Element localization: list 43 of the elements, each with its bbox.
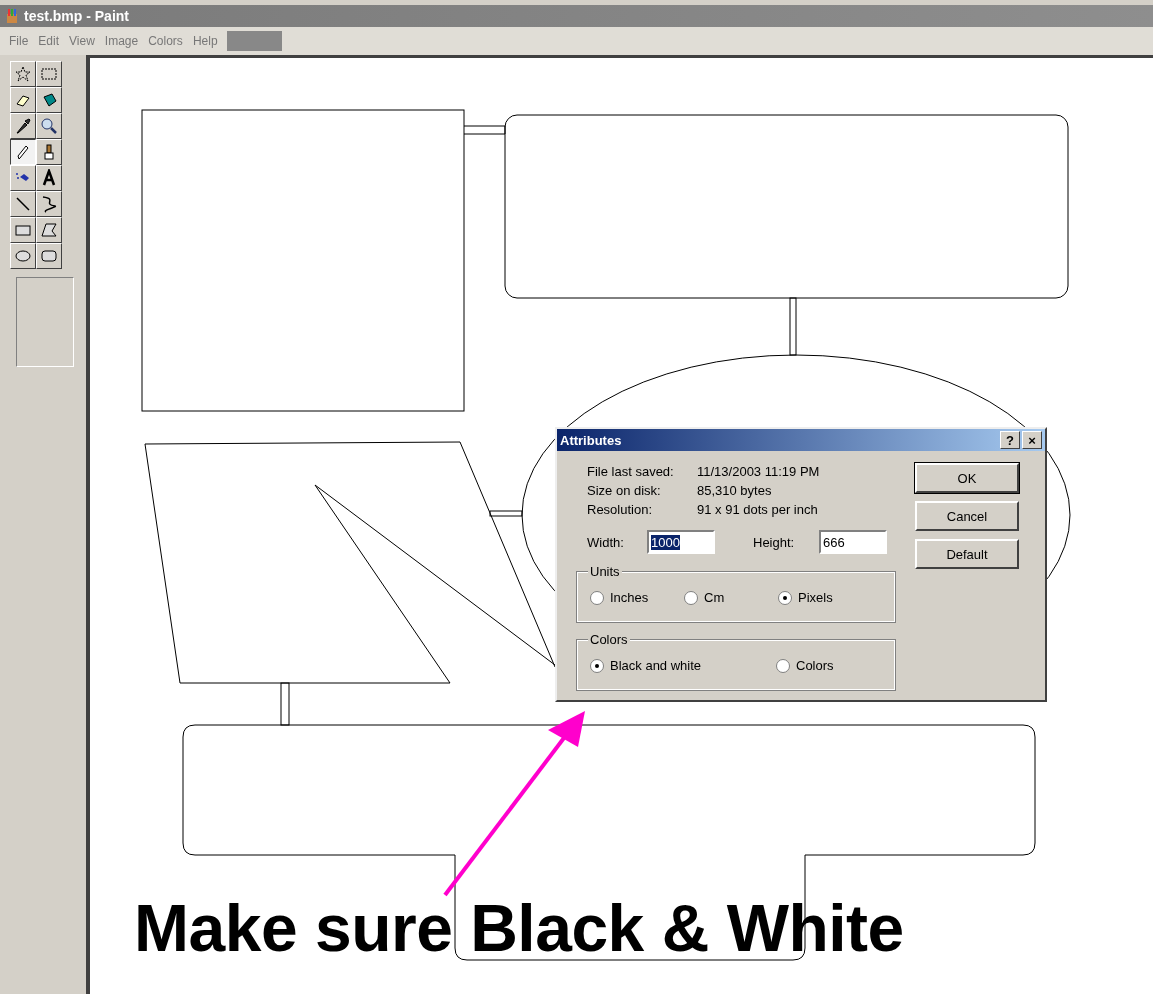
group-label: Units: [588, 564, 622, 579]
field-label: Width:: [587, 534, 625, 550]
fill-bucket-icon: [40, 91, 58, 109]
menu-highlight: [226, 31, 282, 51]
rounded-rectangle-icon: [40, 247, 58, 265]
close-button[interactable]: ×: [1022, 431, 1042, 449]
group-label: Colors: [588, 632, 630, 647]
select-icon: [40, 65, 58, 83]
radio-option[interactable]: Inches: [590, 590, 684, 605]
text-tool-icon: [40, 169, 58, 187]
info-value: 85,310 bytes: [697, 482, 773, 499]
info-value: 11/13/2003 11:19 PM: [697, 463, 821, 480]
dialog-button[interactable]: Cancel: [915, 501, 1019, 531]
dialog-button[interactable]: OK: [915, 463, 1019, 493]
ellipse-icon: [14, 247, 32, 265]
magnifier-icon: [40, 117, 58, 135]
dialog-title: Attributes: [560, 432, 622, 448]
dialog-button[interactable]: Default: [915, 539, 1019, 569]
help-button[interactable]: ?: [1000, 431, 1020, 449]
connector-shape: [280, 682, 290, 726]
line-icon: [14, 195, 32, 213]
polygon-icon: [40, 221, 58, 239]
info-value: 91 x 91 dots per inch: [697, 501, 819, 518]
free-select-icon: [14, 65, 32, 83]
radio-option[interactable]: Cm: [684, 590, 778, 605]
radio-option[interactable]: Colors: [776, 658, 894, 673]
connector-shape: [489, 510, 523, 517]
annotation-text: Make sure Black & White: [134, 890, 904, 966]
info-label: Size on disk:: [587, 482, 662, 499]
window-title: test.bmp - Paint: [24, 8, 129, 24]
height-field[interactable]: 666: [819, 530, 887, 554]
info-label: Resolution:: [587, 501, 654, 518]
field-label: Height:: [753, 534, 796, 550]
radio-option[interactable]: Pixels: [778, 590, 894, 605]
info-label: File last saved:: [587, 463, 675, 480]
paint-icon: [4, 8, 20, 24]
connector-shape: [789, 297, 797, 356]
width-field[interactable]: 1000: [647, 530, 715, 554]
radio-option[interactable]: Black and white: [590, 658, 776, 673]
curve-icon: [40, 195, 58, 213]
connector-shape: [463, 125, 506, 135]
tool-button[interactable]: [10, 139, 36, 165]
eyedropper-icon: [14, 117, 32, 135]
